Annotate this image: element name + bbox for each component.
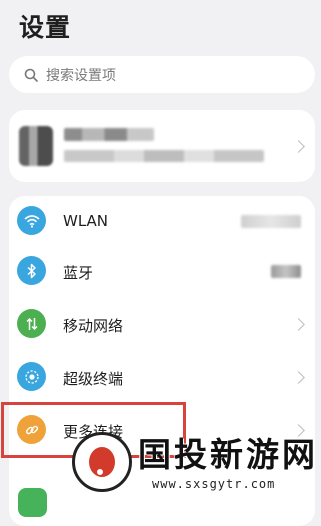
- watermark-logo: [72, 432, 132, 492]
- settings-item-super-device[interactable]: 超级终端: [9, 352, 315, 402]
- watermark-title: 国投新游网: [138, 435, 318, 474]
- mobile-network-icon: [17, 309, 46, 338]
- bluetooth-status-blurred: [271, 265, 301, 278]
- wifi-icon: [17, 206, 46, 235]
- avatar: [19, 126, 53, 166]
- watermark: 国投新游网 www.sxsgytr.com: [72, 424, 321, 500]
- wlan-status-blurred: [241, 215, 301, 228]
- next-item-icon: [18, 488, 47, 517]
- settings-item-mobile-network[interactable]: 移动网络: [9, 299, 315, 349]
- search-bar[interactable]: 搜索设置项: [9, 56, 315, 93]
- account-subtitle-blurred: [64, 150, 264, 162]
- bluetooth-icon: [17, 256, 46, 285]
- watermark-url: www.sxsgytr.com: [152, 477, 276, 491]
- super-device-icon: [17, 362, 46, 391]
- account-name-blurred: [64, 128, 154, 141]
- settings-item-label: 蓝牙: [63, 264, 94, 282]
- settings-item-label: 移动网络: [63, 317, 124, 335]
- chevron-right-icon: [292, 140, 305, 153]
- search-placeholder: 搜索设置项: [46, 67, 116, 84]
- page-title: 设置: [19, 13, 72, 42]
- settings-item-bluetooth[interactable]: 蓝牙: [9, 246, 315, 296]
- settings-item-label: 超级终端: [63, 370, 124, 388]
- chevron-right-icon: [292, 371, 305, 384]
- search-icon: [24, 68, 38, 82]
- settings-item-wlan[interactable]: WLAN: [9, 196, 315, 246]
- chevron-right-icon: [292, 318, 305, 331]
- account-card[interactable]: [9, 110, 315, 182]
- settings-item-label: WLAN: [63, 212, 109, 230]
